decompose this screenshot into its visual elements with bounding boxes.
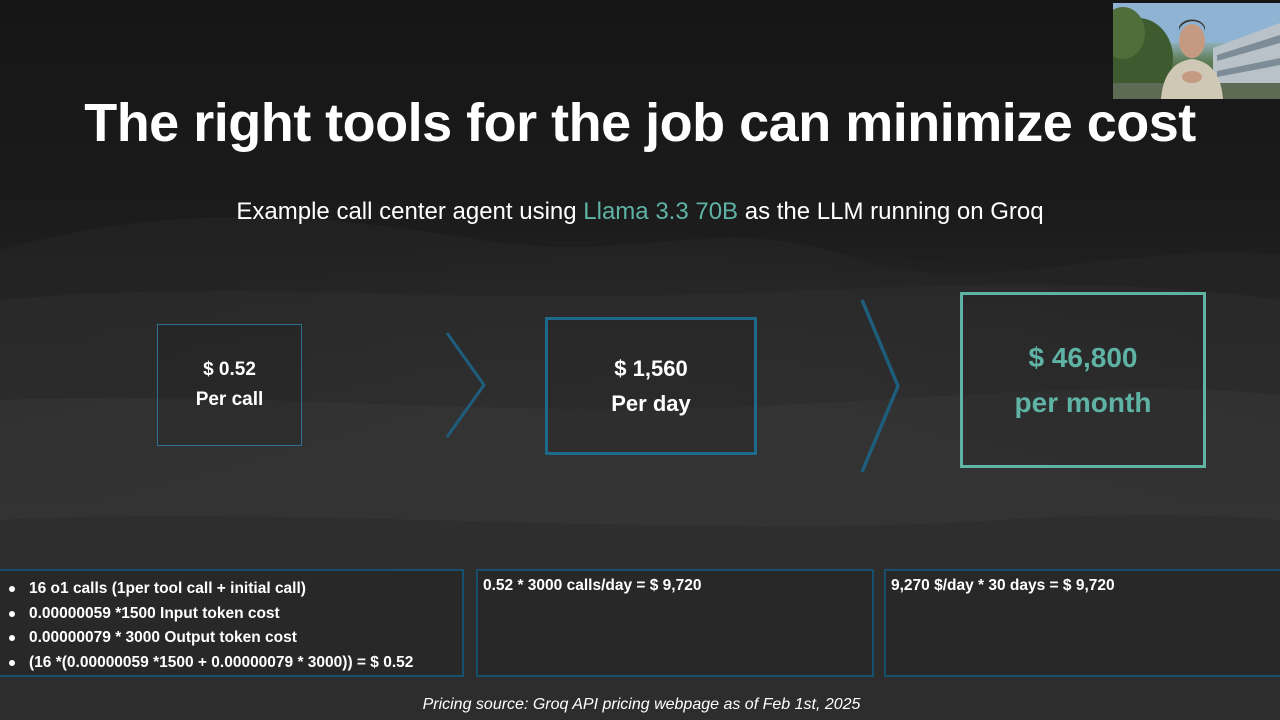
per-call-amount: $ 0.52 xyxy=(203,359,256,380)
per-call-cost-box: $ 0.52 Per call xyxy=(157,324,302,446)
per-day-label: Per day xyxy=(611,391,691,416)
per-month-amount: $ 46,800 xyxy=(1028,342,1138,373)
presentation-slide: The right tools for the job can minimize… xyxy=(0,0,1280,720)
list-item: 0.00000079 * 3000 Output token cost xyxy=(8,626,456,651)
chevron-right-icon xyxy=(445,332,486,438)
per-month-calculation-panel: 9,270 $/day * 30 days = $ 9,720 xyxy=(884,569,1280,677)
subtitle-suffix: as the LLM running on Groq xyxy=(738,198,1044,225)
per-day-cost-box: $ 1,560 Per day xyxy=(545,317,757,455)
per-call-calculation-panel: 16 o1 calls (1per tool call + initial ca… xyxy=(0,569,464,677)
list-item: (16 *(0.00000059 *1500 + 0.00000079 * 30… xyxy=(8,651,456,676)
per-month-label: per month xyxy=(1014,387,1152,418)
chevron-right-icon xyxy=(860,299,900,473)
list-item: 16 o1 calls (1per tool call + initial ca… xyxy=(8,577,456,602)
pricing-source-note: Pricing source: Groq API pricing webpage… xyxy=(422,696,861,713)
per-call-label: Per call xyxy=(195,389,264,410)
subtitle-prefix: Example call center agent using xyxy=(236,198,584,225)
slide-subtitle: Example call center agent using Llama 3.… xyxy=(0,198,1280,226)
per-day-calculation-panel: 0.52 * 3000 calls/day = $ 9,720 xyxy=(476,569,874,677)
subtitle-model-highlight: Llama 3.3 70B xyxy=(583,198,739,225)
list-item: 0.00000059 *1500 Input token cost xyxy=(8,602,456,627)
per-call-calculation-list: 16 o1 calls (1per tool call + initial ca… xyxy=(8,577,456,675)
per-month-formula: 9,270 $/day * 30 days = $ 9,720 xyxy=(891,577,1115,594)
per-day-formula: 0.52 * 3000 calls/day = $ 9,720 xyxy=(483,577,702,594)
webcam-video xyxy=(1113,3,1280,99)
slide-title: The right tools for the job can minimize… xyxy=(84,93,1196,153)
per-month-cost-box: $ 46,800 per month xyxy=(960,292,1206,468)
per-day-amount: $ 1,560 xyxy=(614,356,688,381)
